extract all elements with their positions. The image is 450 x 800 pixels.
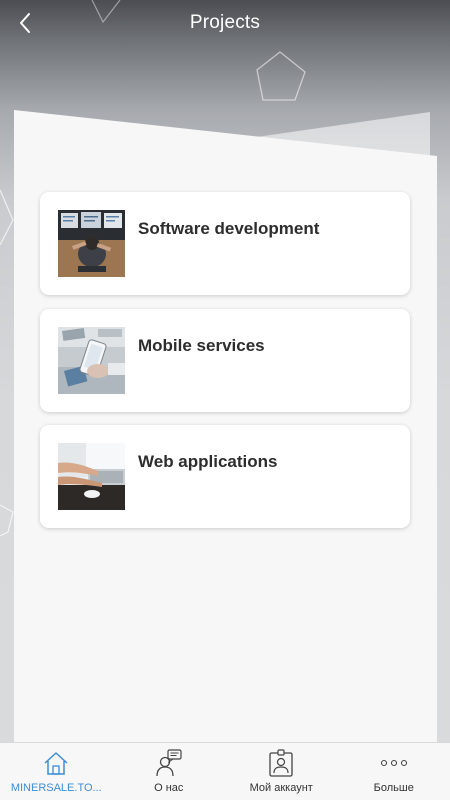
page-title: Projects <box>189 12 261 33</box>
tab-label: MINERSALE.TO... <box>10 782 102 794</box>
developer-desk-photo-icon <box>58 210 125 277</box>
person-chat-icon <box>154 749 184 777</box>
tab-label: О нас <box>154 782 184 794</box>
project-title: Web applications <box>138 452 278 471</box>
project-title: Mobile services <box>138 336 265 355</box>
project-card-mobile-services[interactable]: Mobile services <box>40 309 410 412</box>
project-card-software-development[interactable]: Software development <box>40 192 410 295</box>
tab-more[interactable]: Больше <box>338 743 450 800</box>
tab-my-account[interactable]: Мой аккаунт <box>225 743 338 800</box>
top-bar: Projects <box>0 0 450 50</box>
project-card-web-applications[interactable]: Web applications <box>40 425 410 528</box>
app-screen: Projects Software development Mobile ser… <box>0 0 450 800</box>
smartphone-photo-icon <box>58 327 125 394</box>
tab-label: Больше <box>373 782 414 794</box>
more-dots-icon <box>379 749 409 777</box>
laptop-typing-photo-icon <box>58 443 125 510</box>
tab-about[interactable]: О нас <box>113 743 226 800</box>
bottom-tab-bar: MINERSALE.TO... О нас Мой аккаунт Больше <box>0 742 450 800</box>
tab-home[interactable]: MINERSALE.TO... <box>0 743 113 800</box>
tab-label: Мой аккаунт <box>249 782 313 794</box>
account-badge-icon <box>266 749 296 777</box>
project-title: Software development <box>138 219 320 238</box>
home-icon <box>41 749 71 777</box>
